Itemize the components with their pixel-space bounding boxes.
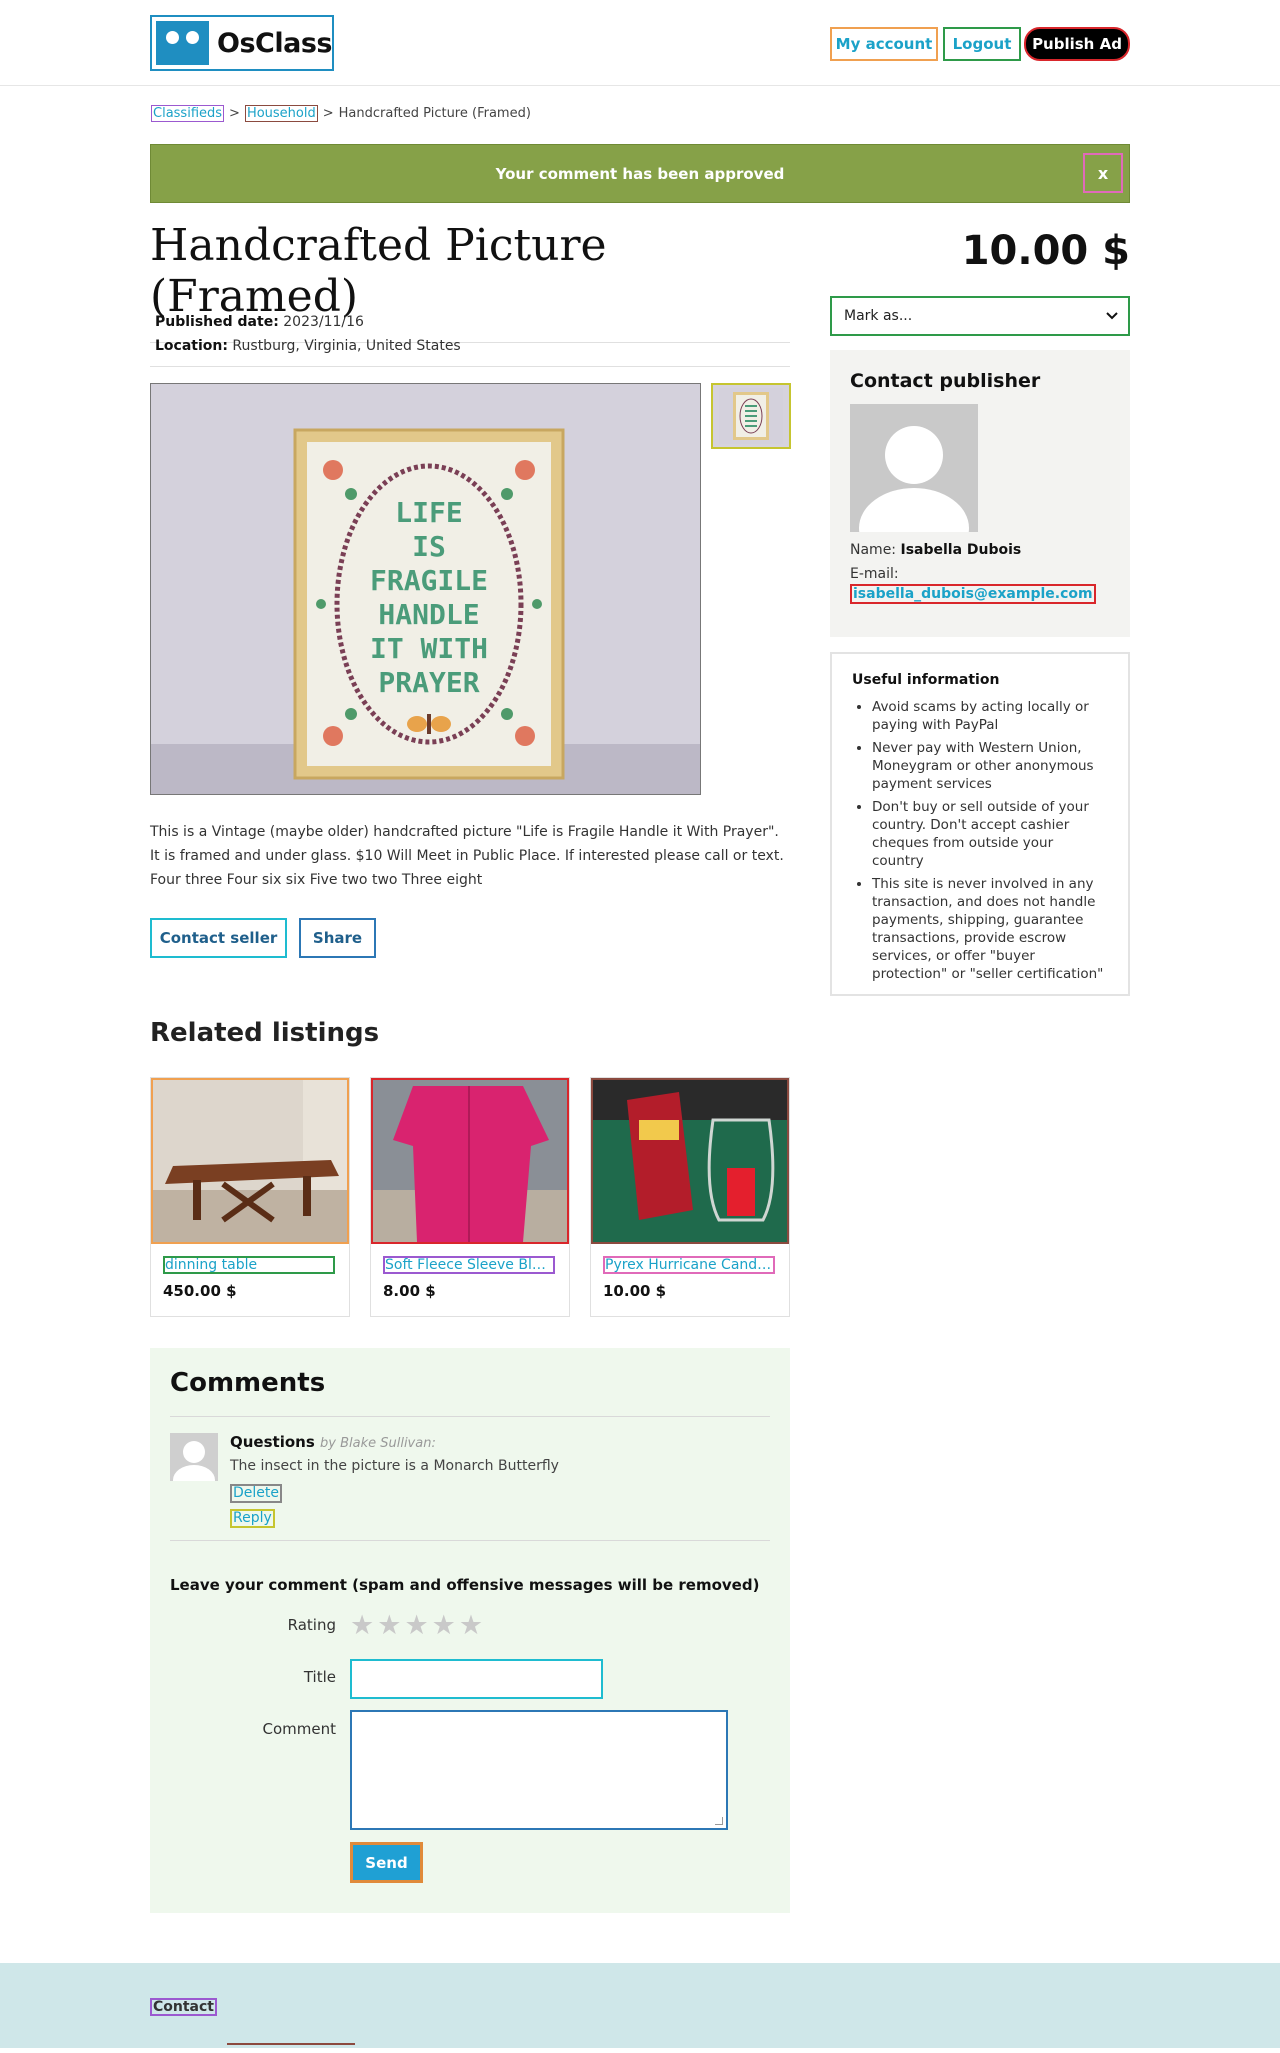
breadcrumb: Classifieds > Household > Handcrafted Pi…: [151, 105, 531, 122]
related-card: dinning table 450.00 $: [150, 1077, 350, 1317]
comment-title-input[interactable]: [350, 1659, 603, 1699]
main-photo[interactable]: LIFE IS FRAGILE HANDLE IT WITH PRAYER: [150, 383, 701, 795]
name-value: Isabella Dubois: [900, 542, 1022, 558]
contact-title: Contact publisher: [850, 370, 1041, 392]
thumbnail-image: [719, 388, 783, 444]
breadcrumb-classifieds[interactable]: Classifieds: [151, 105, 225, 122]
rating-label: Rating: [287, 1616, 336, 1634]
item-price: 10.00 $: [961, 228, 1130, 274]
contact-publisher-box: Contact publisher Name: Isabella Dubois …: [830, 350, 1130, 637]
mark-as-value: Mark as...: [844, 308, 913, 324]
breadcrumb-household[interactable]: Household: [244, 105, 318, 122]
mark-as-select[interactable]: Mark as...: [830, 296, 1130, 336]
star-icon[interactable]: ★: [350, 1612, 374, 1639]
rating-stars[interactable]: ★ ★ ★ ★ ★: [350, 1612, 483, 1639]
email-link[interactable]: isabella_dubois@example.com: [850, 584, 1096, 604]
star-icon[interactable]: ★: [404, 1612, 428, 1639]
flash-close-button[interactable]: x: [1083, 153, 1123, 193]
footer-contact-link[interactable]: Contact: [150, 1998, 217, 2016]
related-link-dinning-table[interactable]: dinning table: [163, 1256, 335, 1274]
svg-text:PRAYER: PRAYER: [378, 666, 479, 699]
related-link-pyrex-candle[interactable]: Pyrex Hurricane Candle Centerpiece: [603, 1256, 775, 1274]
comment-item: Questions by Blake Sullivan: The insect …: [170, 1417, 770, 1541]
site-header: OsClass My account Logout Publish Ad: [0, 0, 1280, 86]
share-button[interactable]: Share: [299, 918, 376, 958]
published-value: 2023/11/16: [283, 314, 364, 330]
item-description: This is a Vintage (maybe older) handcraf…: [150, 824, 784, 888]
table-image: [153, 1080, 347, 1242]
star-icon[interactable]: ★: [377, 1612, 401, 1639]
leave-comment-title: Leave your comment (spam and offensive m…: [170, 1576, 760, 1594]
related-image-fleece-blanket[interactable]: [371, 1078, 569, 1244]
send-button[interactable]: Send: [350, 1842, 423, 1883]
flash-text: Your comment has been approved: [495, 164, 785, 183]
useful-list: Avoid scams by acting locally or paying …: [852, 698, 1108, 983]
avatar: [170, 1433, 218, 1481]
photo-thumbnail[interactable]: [711, 383, 791, 449]
svg-text:IT WITH: IT WITH: [370, 632, 488, 665]
useful-item: This site is never involved in any trans…: [872, 875, 1108, 983]
comment-reply-link[interactable]: Reply: [230, 1509, 275, 1528]
related-price: 450.00 $: [163, 1282, 237, 1300]
my-account-button[interactable]: My account: [830, 27, 938, 61]
logo-icon: [156, 21, 210, 65]
comments-title: Comments: [170, 1368, 770, 1417]
name-label: Name:: [850, 542, 897, 558]
title-label: Title: [303, 1668, 336, 1686]
svg-text:IS: IS: [412, 530, 446, 563]
comment-label: Comment: [262, 1720, 337, 1738]
site-logo[interactable]: OsClass: [150, 15, 334, 71]
email-label: E-mail:: [850, 566, 899, 582]
breadcrumb-separator: >: [229, 106, 240, 121]
comment-textarea[interactable]: [350, 1710, 728, 1830]
comment-delete-link[interactable]: Delete: [230, 1484, 282, 1503]
logo-text: OsClass: [217, 27, 332, 59]
comment-body: The insect in the picture is a Monarch B…: [230, 1458, 559, 1474]
related-image-pyrex-candle[interactable]: [591, 1078, 789, 1244]
avatar: [850, 404, 978, 532]
published-label: Published date:: [155, 314, 279, 330]
svg-text:LIFE: LIFE: [395, 496, 462, 529]
useful-item: Avoid scams by acting locally or paying …: [872, 698, 1108, 734]
logout-button[interactable]: Logout: [943, 27, 1021, 61]
related-image-dinning-table[interactable]: [151, 1078, 349, 1244]
framed-picture-image: LIFE IS FRAGILE HANDLE IT WITH PRAYER: [151, 384, 700, 794]
related-listings-title: Related listings: [150, 1018, 380, 1048]
related-price: 10.00 $: [603, 1282, 667, 1300]
related-card: Soft Fleece Sleeve Blanket 8.00 $: [370, 1077, 570, 1317]
breadcrumb-separator: >: [322, 106, 334, 121]
location-label: Location:: [155, 338, 228, 354]
comment-title-text: Questions: [230, 1433, 315, 1451]
useful-item: Don't buy or sell outside of your countr…: [872, 798, 1108, 870]
useful-information-box: Useful information Avoid scams by acting…: [830, 652, 1130, 996]
comment-title: Questions by Blake Sullivan:: [230, 1433, 436, 1451]
contact-name: Name: Isabella Dubois: [850, 542, 1110, 558]
comment-author: by Blake Sullivan:: [320, 1436, 436, 1451]
publish-ad-button[interactable]: Publish Ad: [1024, 27, 1130, 61]
site-footer: Contact: [0, 1963, 1280, 2048]
item-meta: Published date: 2023/11/16 Location: Rus…: [155, 310, 461, 358]
star-icon[interactable]: ★: [432, 1612, 456, 1639]
svg-text:FRAGILE: FRAGILE: [370, 564, 488, 597]
breadcrumb-current: Handcrafted Picture (Framed): [338, 106, 531, 121]
divider: [150, 366, 790, 367]
related-link-fleece-blanket[interactable]: Soft Fleece Sleeve Blanket: [383, 1256, 555, 1274]
useful-title: Useful information: [852, 672, 1000, 688]
chevron-down-icon: [1106, 312, 1118, 320]
blanket-image: [373, 1080, 567, 1242]
svg-text:HANDLE: HANDLE: [378, 598, 479, 631]
contact-seller-button[interactable]: Contact seller: [150, 918, 287, 958]
comments-section: Comments Questions by Blake Sullivan: Th…: [150, 1348, 790, 1913]
star-icon[interactable]: ★: [459, 1612, 483, 1639]
useful-item: Never pay with Western Union, Moneygram …: [872, 739, 1108, 793]
related-card: Pyrex Hurricane Candle Centerpiece 10.00…: [590, 1077, 790, 1317]
flash-message: Your comment has been approved x: [150, 144, 1130, 203]
footer-link[interactable]: [227, 2043, 355, 2053]
candle-image: [593, 1080, 787, 1242]
related-price: 8.00 $: [383, 1282, 436, 1300]
location-value: Rustburg, Virginia, United States: [232, 338, 461, 354]
